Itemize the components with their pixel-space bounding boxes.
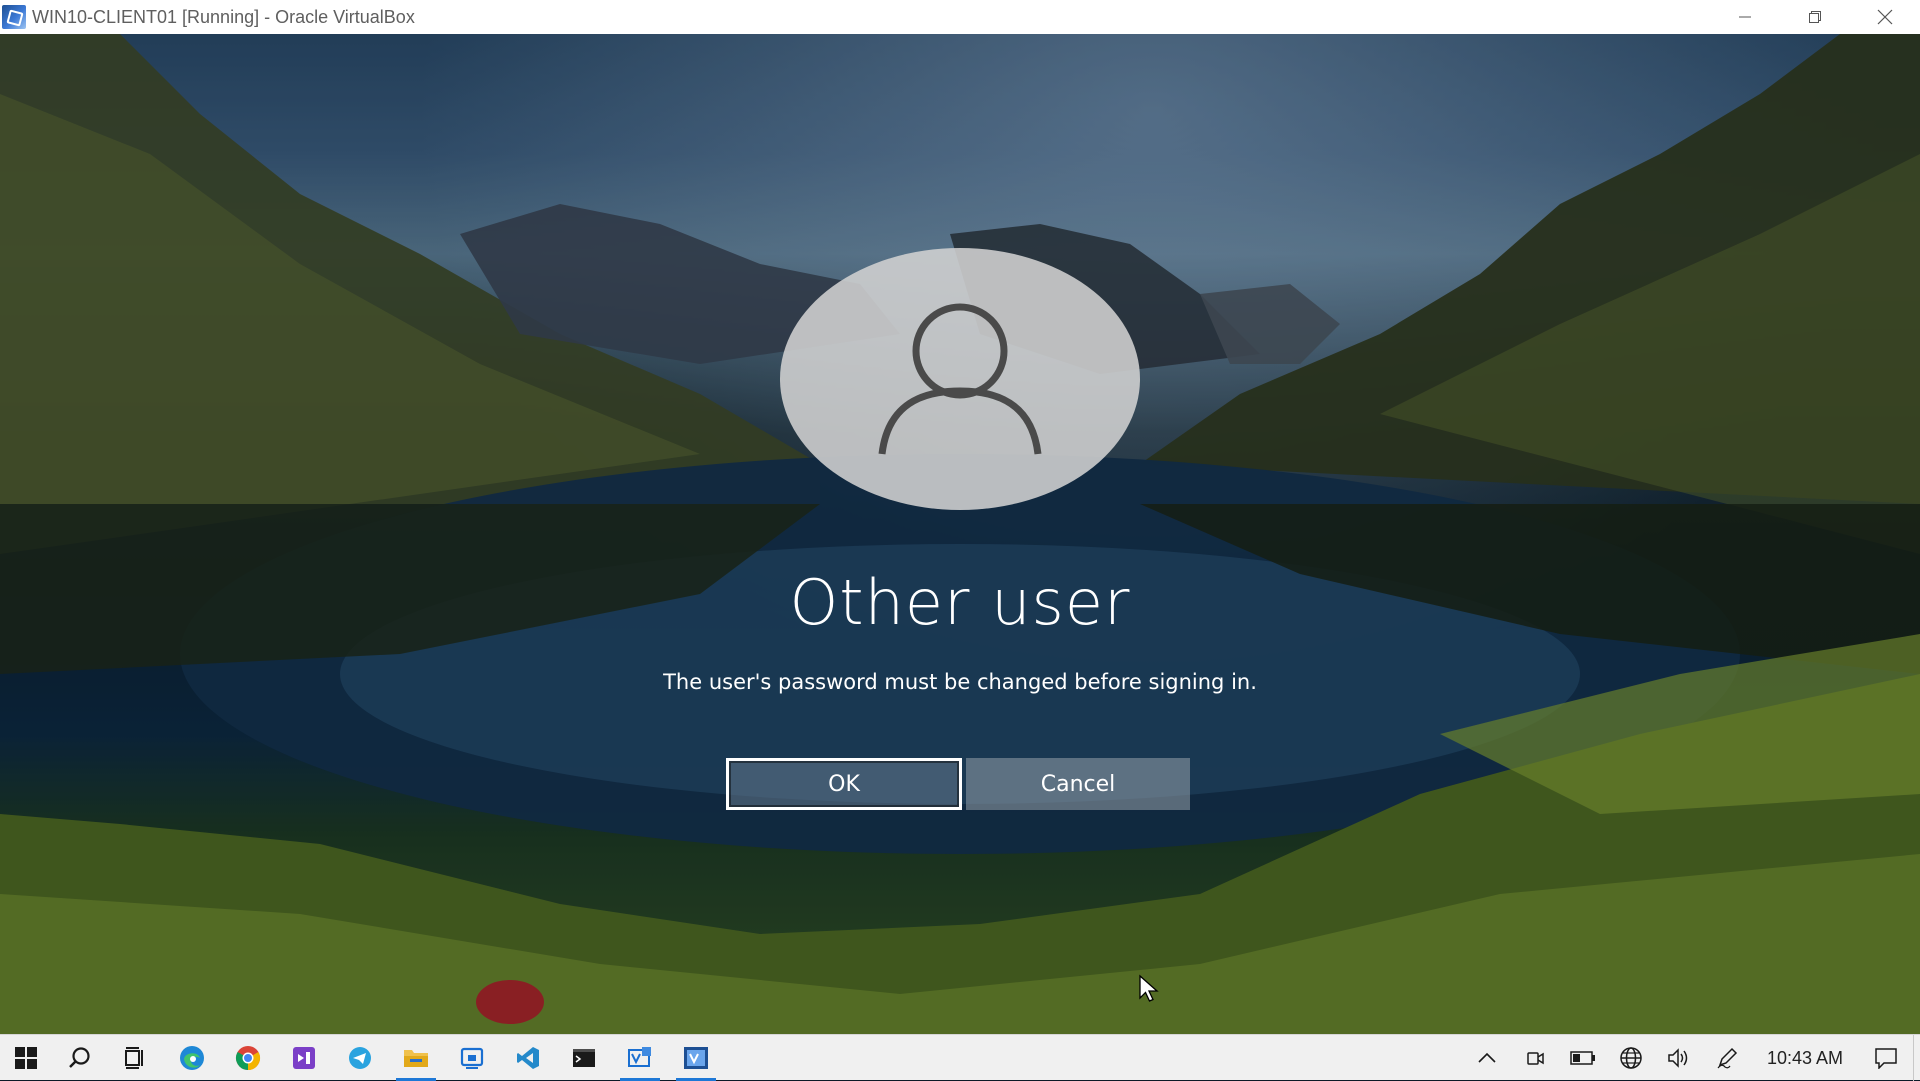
start-button[interactable] (0, 1035, 52, 1081)
password-change-message: The user's password must be changed befo… (663, 670, 1257, 694)
restore-button[interactable] (1780, 0, 1850, 34)
taskbar-telegram[interactable] (332, 1035, 388, 1081)
show-hidden-icons-button[interactable] (1463, 1035, 1511, 1081)
notification-icon (1875, 1048, 1897, 1069)
taskbar-edge[interactable] (164, 1035, 220, 1081)
user-avatar (780, 248, 1140, 510)
ok-button[interactable]: OK (726, 758, 962, 810)
telegram-icon (349, 1046, 371, 1069)
background-dim-overlay (0, 34, 1920, 1034)
restore-icon (1809, 11, 1821, 23)
taskbar-chrome[interactable] (220, 1035, 276, 1081)
user-avatar-icon (878, 303, 1042, 455)
pen-workspace-button[interactable] (1703, 1035, 1751, 1081)
taskbar-remote-app[interactable] (444, 1035, 500, 1081)
network-button[interactable] (1607, 1035, 1655, 1081)
remote-app-icon (460, 1047, 484, 1069)
cancel-button[interactable]: Cancel (966, 758, 1190, 810)
user-name: Other user (789, 566, 1131, 639)
window-controls (1710, 0, 1920, 34)
chrome-icon (235, 1045, 261, 1070)
taskbar-terminal[interactable] (556, 1035, 612, 1081)
taskbar-vscode[interactable] (500, 1035, 556, 1081)
window-title: WIN10-CLIENT01 [Running] - Oracle Virtua… (32, 6, 415, 27)
minimize-icon (1739, 16, 1751, 18)
virtualbox-vm-icon (684, 1046, 708, 1069)
volume-icon (1668, 1048, 1688, 1068)
pen-icon (1717, 1047, 1737, 1069)
task-view-icon (125, 1046, 143, 1069)
close-button[interactable] (1850, 0, 1920, 34)
taskbar-clock[interactable]: 10:43 AM (1751, 1048, 1859, 1069)
taskbar-file-explorer[interactable] (388, 1035, 444, 1081)
virtualbox-title-bar: WIN10-CLIENT01 [Running] - Oracle Virtua… (0, 0, 1920, 34)
battery-icon (1570, 1051, 1595, 1065)
edge-icon (180, 1045, 204, 1070)
meet-now-button[interactable] (1511, 1035, 1559, 1081)
mouse-pointer-icon (1139, 974, 1159, 1002)
search-button[interactable] (52, 1035, 108, 1081)
minimize-button[interactable] (1710, 0, 1780, 34)
start-icon (15, 1046, 37, 1069)
vm-display[interactable]: Other user The user's password must be c… (0, 34, 1920, 1034)
taskbar-virtualbox-manager[interactable] (612, 1035, 668, 1081)
close-icon (1877, 9, 1893, 25)
network-globe-icon (1620, 1047, 1642, 1069)
visual-studio-icon (293, 1046, 315, 1069)
action-center-button[interactable] (1859, 1035, 1913, 1081)
meet-now-icon (1527, 1052, 1544, 1065)
windows-taskbar: 10:43 AM (0, 1034, 1920, 1081)
vscode-icon (517, 1046, 539, 1069)
taskbar-virtualbox-vm[interactable] (668, 1035, 724, 1081)
search-icon (69, 1046, 90, 1068)
virtualbox-manager-icon (628, 1046, 651, 1067)
virtualbox-icon[interactable] (2, 5, 26, 29)
volume-button[interactable] (1655, 1035, 1703, 1081)
show-desktop-button[interactable] (1913, 1035, 1920, 1081)
task-view-button[interactable] (108, 1035, 164, 1081)
taskbar-visual-studio[interactable] (276, 1035, 332, 1081)
terminal-icon (573, 1048, 595, 1067)
file-explorer-icon (404, 1049, 428, 1067)
system-tray: 10:43 AM (1463, 1035, 1920, 1081)
battery-button[interactable] (1559, 1035, 1607, 1081)
chevron-up-icon (1478, 1052, 1496, 1063)
